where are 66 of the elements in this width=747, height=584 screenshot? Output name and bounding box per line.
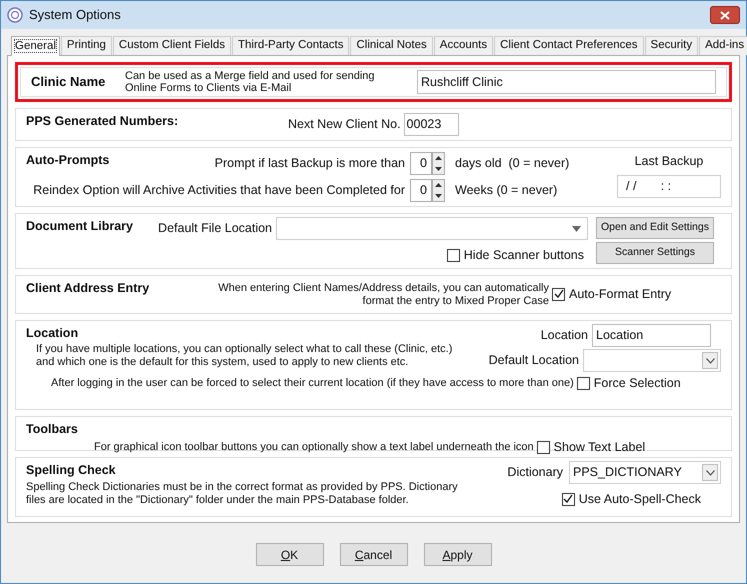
hint-text: Can be used as a Merge field and used for sending Online Forms to Clients via E-Mail: [125, 70, 376, 94]
hint-text: For graphical icon toolbar buttons you can optionally show a text label underneath the icon: [94, 440, 534, 455]
tab[interactable]: Clinical Notes: [350, 36, 433, 55]
tab[interactable]: Client Contact Preferences: [494, 36, 644, 55]
tab[interactable]: Security: [644, 36, 698, 55]
check-icon: [563, 494, 574, 504]
checkbox[interactable]: [446, 248, 460, 262]
checkbox-label: Force Selection: [594, 375, 681, 392]
checkbox-label: Show Text Label: [554, 438, 646, 456]
client-number-field[interactable]: 00023: [404, 113, 459, 136]
tab[interactable]: Custom Client Fields: [112, 36, 232, 55]
caret-icon: [706, 470, 714, 476]
last-backup-field: / / : :: [617, 174, 721, 198]
dialog-button[interactable]: Cancel: [340, 543, 408, 566]
tab[interactable]: Printing: [60, 36, 112, 55]
caret-icon: [706, 358, 714, 364]
section-title: Location: [26, 325, 78, 342]
section-title: Client Address Entry: [26, 281, 150, 295]
location-field[interactable]: Location: [592, 324, 711, 347]
open-edit-settings-button[interactable]: Open and Edit Settings: [596, 217, 714, 239]
dictionary-dropdown[interactable]: PPS_DICTIONARY: [569, 461, 721, 484]
tab[interactable]: General: [11, 36, 60, 56]
checkbox-label: Use Auto-Spell-Check: [578, 491, 701, 508]
tab[interactable]: Add-ins: [699, 36, 747, 55]
checkbox[interactable]: [562, 492, 575, 506]
checkbox[interactable]: [552, 288, 565, 301]
scanner-settings-button[interactable]: Scanner Settings: [596, 242, 714, 264]
check-icon: [554, 289, 564, 300]
checkbox-label: Auto-Format Entry: [569, 286, 672, 303]
checkbox[interactable]: [536, 440, 550, 454]
dialog-button[interactable]: Apply: [424, 543, 492, 566]
caret-icon: [572, 226, 581, 232]
description-text: Spelling Check Dictionaries must be in the correct format as provided by PPS. Dictionary files are located in the "Dictionary" folder under the main PPS-Database folder.: [26, 480, 459, 507]
section-title: Spelling Check: [26, 462, 117, 479]
close-button[interactable]: [710, 6, 740, 24]
hint-text: When entering Client Names/Address details, you can automatically format the entry to Mixed Proper Case: [217, 281, 549, 308]
checkbox[interactable]: [576, 376, 590, 390]
section-title: Document Library: [26, 219, 133, 233]
hint-text: After logging in the user can be forced to select their current location (if they have access to more than one): [51, 376, 574, 392]
window-title: System Options: [29, 6, 121, 24]
tab[interactable]: Third-Party Contacts: [232, 36, 350, 55]
section-title: Toolbars: [26, 421, 79, 438]
spin-buttons[interactable]: [432, 152, 445, 175]
section-title: PPS Generated Numbers:: [26, 114, 178, 128]
field-label: Default File Location: [158, 220, 272, 238]
section-title: Clinic Name: [31, 73, 106, 92]
field-label: Location: [540, 327, 588, 344]
section-title: Auto-Prompts: [26, 152, 110, 169]
field-label: Default Location: [488, 352, 579, 370]
clinic-name-field[interactable]: Rushcliff Clinic: [417, 70, 716, 94]
number-field[interactable]: 0: [410, 152, 432, 175]
description-text: If you have multiple locations, you can optionally select what to call these (Clinic, etc.) and which one is the default for this system, used to apply to new clients etc.: [35, 342, 454, 369]
unit-label: Weeks (0 = never): [455, 182, 558, 200]
close-icon: [720, 10, 730, 20]
dialog-button[interactable]: OK: [256, 543, 324, 566]
field-label: Next New Client No.: [288, 116, 401, 134]
checkbox-label: Hide Scanner buttons: [464, 247, 584, 264]
field-label: Last Backup: [634, 153, 704, 170]
unit-label: days old (0 = never): [455, 155, 570, 172]
spin-buttons[interactable]: [432, 179, 445, 202]
field-label: Prompt if last Backup is more than: [214, 155, 405, 172]
field-label: Reindex Option will Archive Activities that have been Completed for: [33, 182, 405, 200]
number-field[interactable]: 0: [410, 179, 432, 202]
tab[interactable]: Accounts: [434, 36, 494, 55]
app-icon: [7, 7, 23, 23]
field-label: Dictionary: [507, 464, 563, 482]
